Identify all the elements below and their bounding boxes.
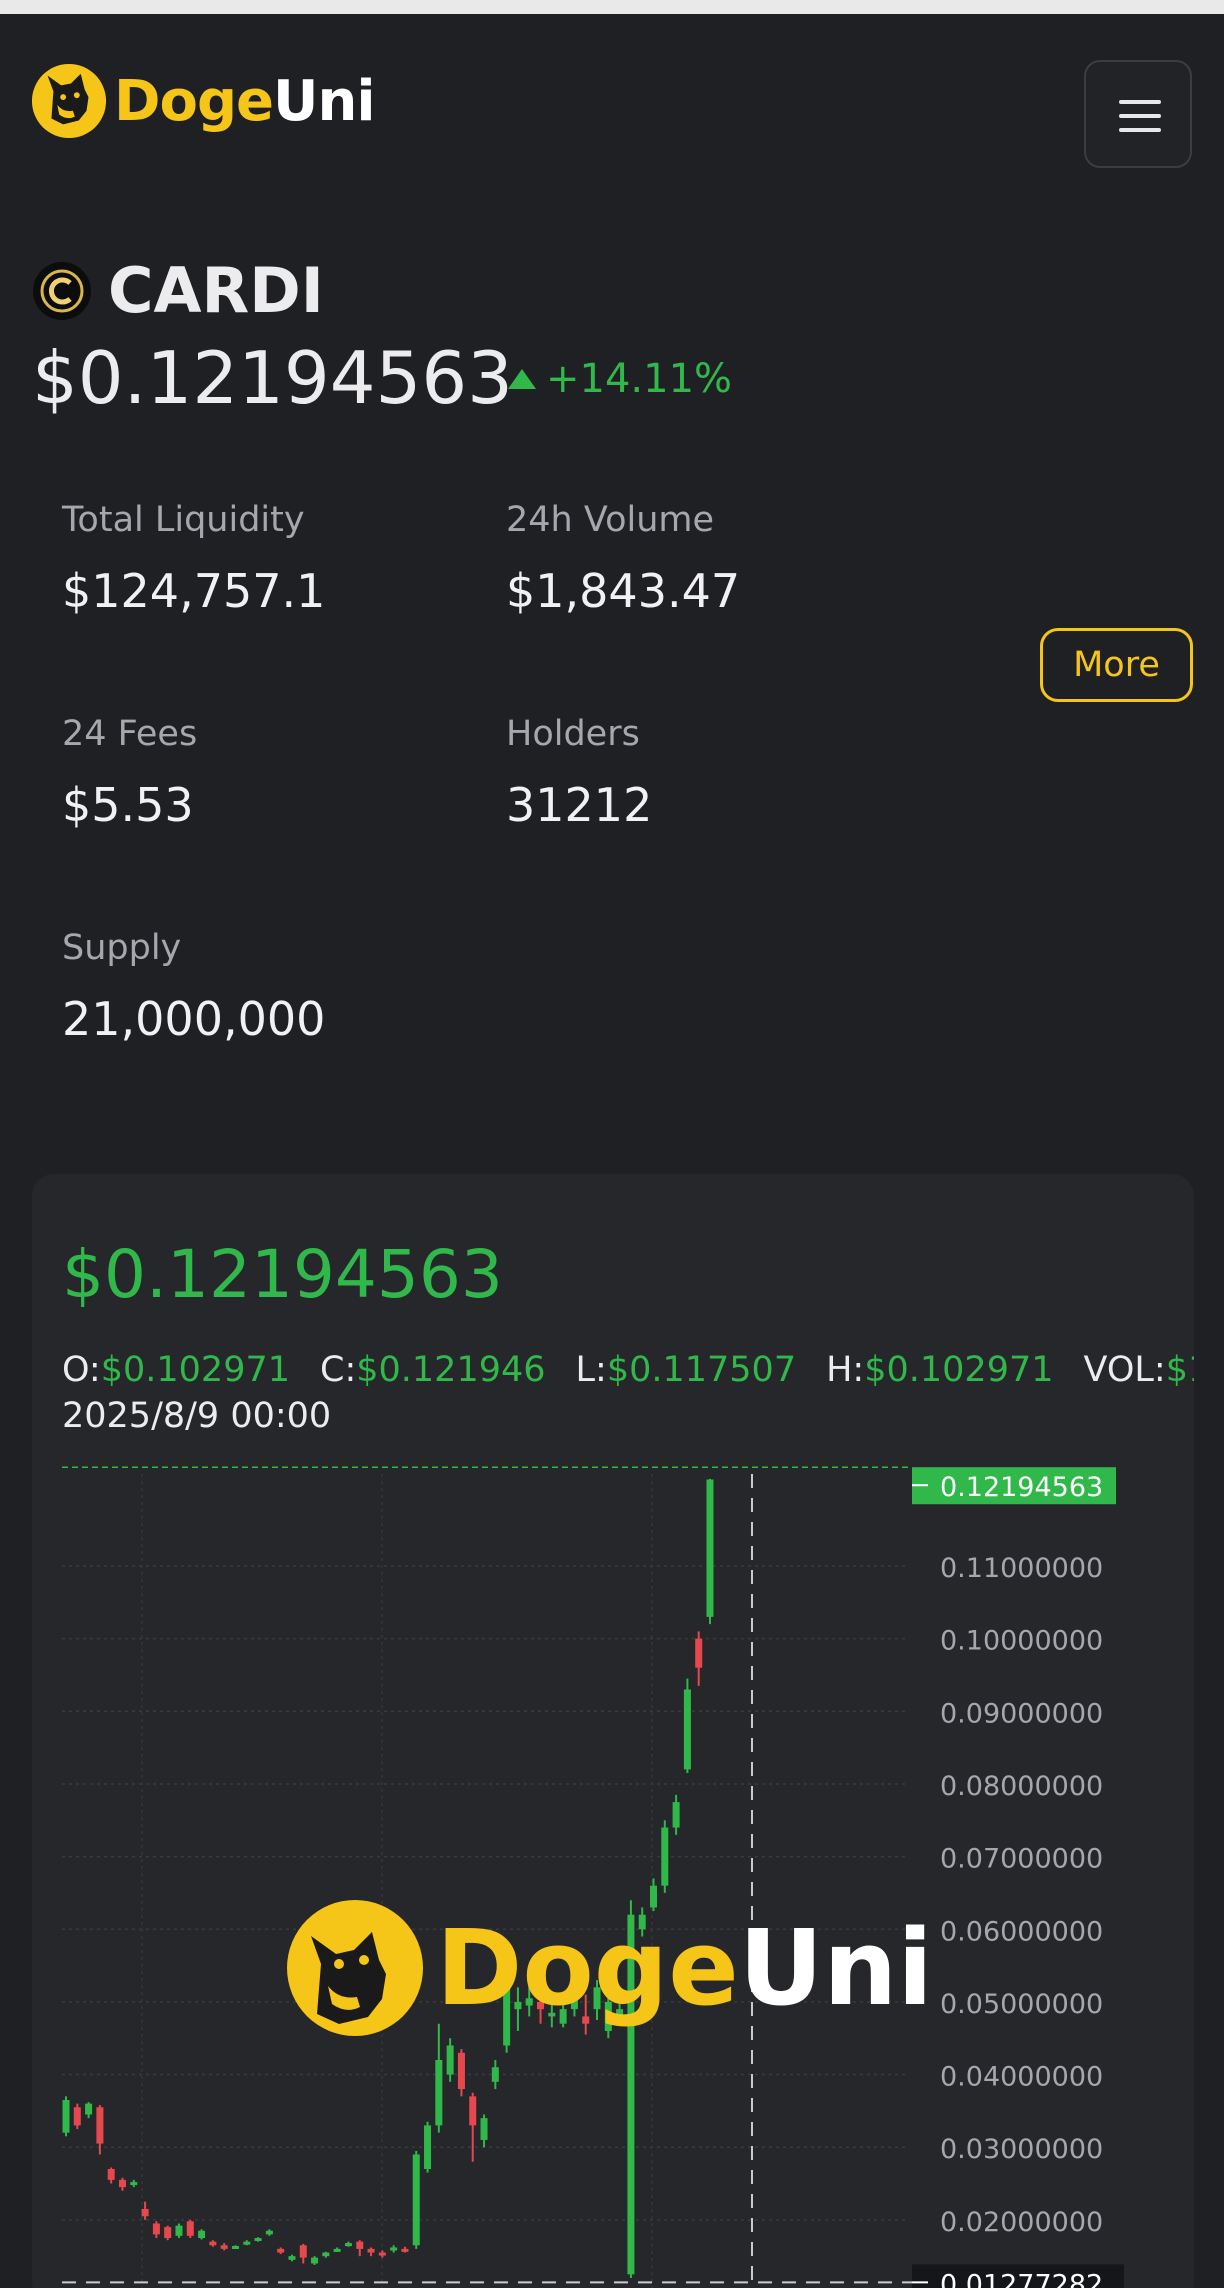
app-header: DogeUni [0,14,1224,184]
token-header: CARDI [32,254,324,327]
watermark-wordmark: DogeUni [436,1907,933,2029]
dogeuni-watermark [287,1900,423,2036]
candle-body [367,2248,375,2253]
candle-body [141,2208,149,2217]
candle-body [650,1885,658,1908]
candle-body [277,2248,285,2253]
y-tick-label: 0.06000000 [940,1916,1103,1947]
candle-body [412,2154,420,2246]
token-price: $0.12194563 [32,336,513,420]
y-tick-label: 0.08000000 [940,1771,1103,1802]
price-chart-card: $0.12194563 O:$0.102971 C:$0.121946 L:$0.1… [32,1174,1194,2288]
price-change-value: +14.11% [546,356,733,402]
price-change: +14.11% [508,356,732,402]
more-button[interactable]: More [1040,628,1193,702]
candle-body [469,2096,477,2126]
stat-value-total-liquidity: $124,757.1 [62,564,326,618]
candle-body [390,2247,398,2251]
candle-body [175,2225,183,2236]
stat-label-supply: Supply [62,928,182,968]
candle-body [401,2248,409,2252]
current-price-label: 0.12194563 [940,1472,1103,1503]
stat-label-24h-volume: 24h Volume [506,500,715,540]
candle-body [220,2245,228,2249]
candle-body [85,2103,93,2115]
candle-body [299,2245,307,2258]
stat-label-total-liquidity: Total Liquidity [62,500,305,540]
candle-body [254,2238,262,2242]
stat-value-24h-volume: $1,843.47 [506,564,741,618]
candle-body [130,2182,138,2186]
candle-body [186,2221,194,2236]
candle-body [424,2125,432,2169]
candle-body [107,2168,115,2180]
candle-body [706,1479,714,1617]
candle-body [333,2248,341,2252]
y-tick-label: 0.03000000 [940,2134,1103,2165]
candle-body [457,2052,465,2090]
status-strip [0,0,1224,14]
cardi-coin-icon [33,261,91,320]
candle-body [152,2223,160,2235]
y-tick-label: 0.09000000 [940,1698,1103,1729]
candle-body [695,1638,703,1668]
logo-text-uni: Uni [273,68,376,134]
candle-body [96,2107,104,2144]
watermark-text-doge: Doge [436,1907,739,2029]
y-tick-label: 0.02000000 [940,2207,1103,2238]
hamburger-menu-icon-bar [1119,114,1161,118]
stat-label-fees: 24 Fees [62,714,198,754]
candle-body [356,2241,364,2249]
candle-body [661,1827,669,1886]
stat-value-fees: $5.53 [62,778,194,832]
candle-body [209,2241,217,2246]
stat-label-holders: Holders [506,714,640,754]
candle-body [672,1802,680,1828]
logo-wordmark: DogeUni [114,68,376,134]
candle-body [435,2060,443,2126]
candle-body [243,2241,251,2245]
candle-body [344,2243,352,2247]
logo-text-doge: Doge [114,68,274,134]
watermark-text-uni: Uni [739,1907,933,2029]
y-tick-label: 0.11000000 [940,1553,1103,1584]
candle-body [231,2246,239,2250]
y-tick-label: 0.04000000 [940,2062,1103,2093]
candle-body [198,2230,206,2239]
candle-body [164,2227,172,2239]
candlestick-chart[interactable]: 0.11000000 0.10000000 0.09000000 0.08000000… [32,1174,1194,2288]
dogeuni-logo[interactable]: DogeUni [30,62,376,140]
candle-body [62,2099,70,2133]
candle-body [73,2107,81,2126]
stat-value-supply: 21,000,000 [62,992,326,1046]
hamburger-menu-icon [1119,100,1161,104]
crosshair-price-label: 0.01277282 [940,2269,1103,2288]
candle-body [288,2256,296,2260]
token-name: CARDI [108,254,324,327]
y-tick-label: 0.07000000 [940,1844,1103,1875]
candle-body [480,2118,488,2140]
hamburger-menu-icon-bar [1119,128,1161,132]
candle-body [683,1689,691,1770]
stat-value-holders: 31212 [506,778,653,832]
candle-body [118,2179,126,2188]
y-tick-label: 0.05000000 [940,1989,1103,2020]
menu-button[interactable] [1084,60,1192,168]
doge-dog-icon [31,63,107,139]
candle-body [491,2067,499,2082]
arrow-up-icon [508,369,536,389]
candle-body [378,2252,386,2256]
candle-body [322,2252,330,2257]
y-tick-label: 0.10000000 [940,1626,1103,1657]
candle-body [446,2045,454,2075]
candle-body [265,2230,273,2235]
candle-body [311,2257,319,2264]
